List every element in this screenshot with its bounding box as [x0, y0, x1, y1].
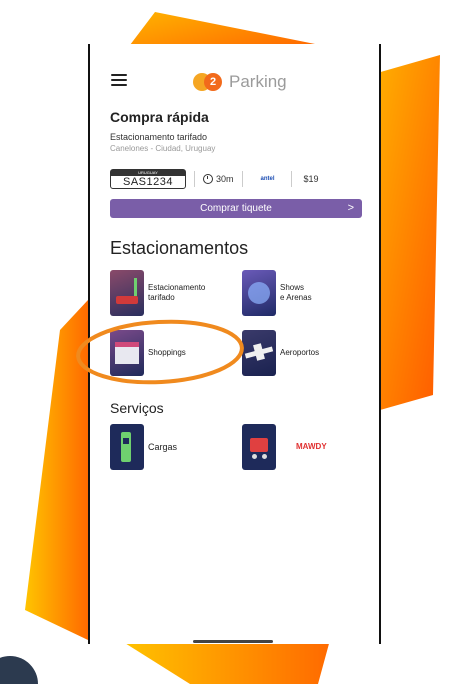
airport-icon — [242, 330, 276, 376]
operator-logo: antel — [260, 176, 275, 182]
quick-purchase-title: Compra rápida — [110, 109, 209, 125]
tile-label: Cargas — [148, 442, 178, 452]
tile-label-line1: Estacionamento — [148, 283, 206, 292]
services-section-title: Serviços — [110, 400, 164, 416]
arena-icon — [242, 270, 276, 316]
phone-screen: 2 Parking Compra rápida Estacionamento t… — [88, 44, 381, 644]
tile-shoppings[interactable]: Shoppings — [110, 330, 186, 376]
buy-ticket-label: Comprar tiquete — [200, 203, 272, 214]
tile-label-line2: e Arenas — [280, 293, 312, 302]
app-header: 2 Parking — [90, 68, 379, 98]
tile-shows-arenas[interactable]: Shows e Arenas — [242, 270, 312, 316]
home-indicator — [193, 640, 273, 643]
tile-mawdy[interactable]: MAWDY — [242, 424, 327, 470]
roadside-assistance-icon — [242, 424, 276, 470]
street-parking-icon — [110, 270, 144, 316]
duration: 30m — [216, 174, 234, 184]
license-plate: URUGUAY SAS1234 — [110, 169, 186, 189]
tile-label-line1: Aeroportos — [280, 348, 320, 357]
tile-label-line2: tarifado — [148, 293, 175, 302]
tile-aeroportos[interactable]: Aeroportos — [242, 330, 319, 376]
ev-charger-icon — [110, 424, 144, 470]
buy-ticket-button[interactable]: Comprar tiquete > — [110, 199, 362, 218]
divider — [290, 171, 292, 187]
app-name: Parking — [229, 72, 287, 91]
parking-service-name: Estacionamento tarifado — [110, 132, 208, 142]
parking-section-title: Estacionamentos — [110, 238, 249, 258]
tile-cargas[interactable]: Cargas — [110, 424, 177, 470]
shopping-mall-icon — [110, 330, 144, 376]
tile-label-line1: Shoppings — [148, 348, 186, 357]
app-logo: 2 Parking — [193, 70, 287, 94]
hamburger-menu-icon[interactable] — [111, 74, 127, 86]
quick-purchase-card[interactable]: Estacionamento tarifado Canelones - Ciud… — [110, 132, 365, 189]
mawdy-logo: MAWDY — [296, 442, 327, 451]
ticket-details: URUGUAY SAS1234 30m antel $19 — [110, 168, 365, 190]
clock-icon — [203, 174, 213, 184]
price: $19 — [303, 174, 319, 184]
divider — [194, 171, 195, 187]
logo-icon: 2 — [193, 72, 227, 92]
plate-number: SAS1234 — [123, 176, 173, 188]
tile-estacionamento-tarifado[interactable]: Estacionamento tarifado — [110, 270, 205, 316]
divider — [241, 171, 243, 187]
chevron-right-icon: > — [347, 202, 354, 214]
tile-label-line1: Shows — [280, 283, 305, 292]
parking-location: Canelones - Ciudad, Uruguay — [110, 144, 216, 153]
